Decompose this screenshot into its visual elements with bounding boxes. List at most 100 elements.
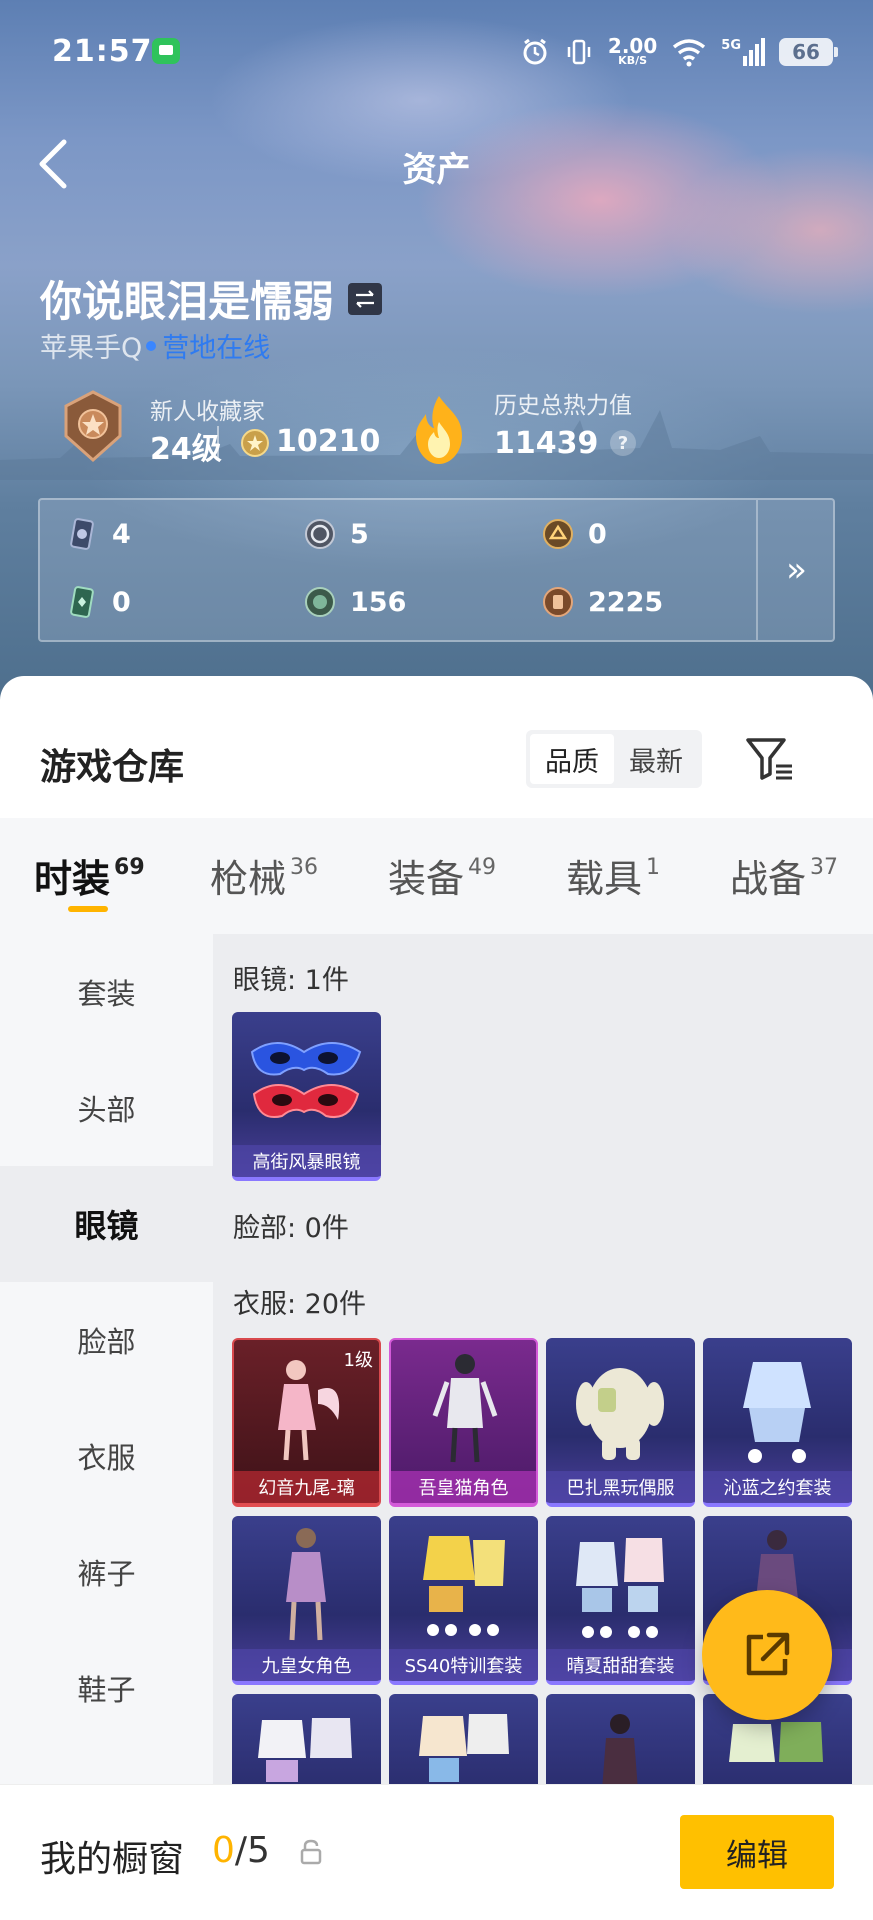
- warehouse-title: 游戏仓库: [40, 747, 185, 788]
- card-icon: [70, 518, 94, 550]
- currency-item: 5: [304, 518, 369, 550]
- filter-icon[interactable]: [744, 734, 796, 784]
- item-card[interactable]: SS40特训套装: [389, 1516, 538, 1685]
- group-heading-face: 脸部: 0件: [233, 1213, 349, 1244]
- currency-item: 2225: [542, 586, 663, 618]
- item-card[interactable]: 沁蓝之约套装: [703, 1338, 852, 1507]
- page-title: 资产: [402, 150, 471, 190]
- sidebar-item-pants[interactable]: 裤子: [0, 1514, 213, 1630]
- sidebar-item-clothes[interactable]: 衣服: [0, 1398, 213, 1514]
- currency-panel: 4 5 0 0 156 2225 »: [38, 498, 835, 642]
- sidebar-item-outfit[interactable]: 套装: [0, 934, 213, 1050]
- lock-icon: [300, 1839, 322, 1865]
- coin-icon: [241, 429, 269, 457]
- showcase-total: /5: [234, 1830, 270, 1871]
- tab-label: 载具: [566, 857, 643, 901]
- currency-value: 0: [112, 586, 131, 618]
- heat-value: 11439: [494, 426, 599, 461]
- item-card[interactable]: 1级 幻音九尾-璃: [232, 1338, 381, 1507]
- tab-count: 69: [114, 855, 145, 880]
- alarm-icon: [523, 38, 547, 65]
- sort-latest-button[interactable]: 最新: [614, 734, 698, 784]
- currency-value: 4: [112, 518, 131, 550]
- item-name: 沁蓝之约套装: [703, 1471, 852, 1503]
- item-card[interactable]: 九皇女角色: [232, 1516, 381, 1685]
- sidebar-item-shoes[interactable]: 鞋子: [0, 1630, 213, 1746]
- clock: 21:57: [52, 34, 153, 69]
- username-text: 你说眼泪是懦弱: [40, 277, 335, 326]
- item-card[interactable]: 高街风暴眼镜: [232, 1012, 381, 1181]
- tab-label: 装备: [388, 857, 465, 901]
- sidebar-item-face[interactable]: 脸部: [0, 1282, 213, 1398]
- outfit-set-image: [743, 1362, 811, 1463]
- more-currencies-button[interactable]: »: [758, 500, 835, 640]
- subcategory-sidebar: 套装 头部 眼镜 脸部 衣服 裤子 鞋子: [0, 934, 213, 1784]
- sort-toggle: 品质 最新: [526, 730, 702, 788]
- switch-account-icon[interactable]: [348, 282, 383, 315]
- showcase-current: 0: [212, 1830, 235, 1871]
- currency-value: 2225: [588, 586, 664, 618]
- platform-label: 苹果手Q: [40, 333, 143, 364]
- item-card[interactable]: [546, 1694, 695, 1784]
- cell-signal: 5G: [721, 38, 765, 66]
- tab-equipment[interactable]: 装备 49: [388, 848, 496, 903]
- outfit-set-image: [258, 1718, 352, 1782]
- account-subline: 苹果手Q 营地在线: [40, 326, 270, 365]
- outfit-set-image: [419, 1714, 509, 1782]
- item-name: 晴夏甜甜套装: [546, 1649, 695, 1681]
- tab-count: 37: [810, 855, 839, 880]
- item-card[interactable]: 巴扎黑玩偶服: [546, 1338, 695, 1507]
- flame-icon: [416, 396, 462, 464]
- character-figure-image: [602, 1714, 638, 1784]
- vibrate-icon: [567, 39, 591, 65]
- online-status: 营地在线: [162, 333, 271, 364]
- help-icon[interactable]: ?: [610, 430, 636, 456]
- share-fab-button[interactable]: [702, 1590, 832, 1720]
- currency-item: 0: [542, 518, 607, 550]
- item-name: 九皇女角色: [232, 1649, 381, 1681]
- item-name: 幻音九尾-璃: [234, 1471, 379, 1503]
- currency-value: 0: [588, 518, 607, 550]
- signal-label: 5G: [721, 38, 741, 53]
- currency-item: 0: [66, 586, 131, 618]
- edit-button[interactable]: 编辑: [680, 1815, 834, 1889]
- item-name: 吾皇猫角色: [391, 1471, 536, 1503]
- tab-battle-gear[interactable]: 战备 37: [730, 848, 838, 903]
- wifi-icon: [673, 39, 706, 67]
- item-card[interactable]: [232, 1694, 381, 1784]
- signal-bars-icon: [743, 38, 765, 66]
- collector-title: 新人收藏家: [150, 399, 265, 425]
- heat-title: 历史总热力值: [494, 393, 632, 419]
- tab-vehicles[interactable]: 载具 1: [566, 848, 660, 903]
- sort-quality-button[interactable]: 品质: [530, 734, 614, 784]
- silver-coin-icon: [305, 519, 335, 549]
- costume-image: [576, 1368, 664, 1460]
- item-card[interactable]: [389, 1694, 538, 1784]
- tab-count: 49: [468, 855, 497, 880]
- tab-weapons[interactable]: 枪械 36: [210, 848, 318, 903]
- status-bar: 21:57 2.00 KB/S 5G 66: [0, 0, 873, 104]
- tab-count: 36: [290, 855, 319, 880]
- glasses-mask-image: [250, 1042, 362, 1118]
- username: 你说眼泪是懦弱: [40, 268, 383, 329]
- currency-value: 5: [350, 518, 369, 550]
- item-name: 高街风暴眼镜: [232, 1145, 381, 1177]
- sidebar-item-glasses[interactable]: 眼镜: [0, 1166, 213, 1282]
- message-notification-icon: [152, 38, 180, 64]
- item-card[interactable]: 晴夏甜甜套装: [546, 1516, 695, 1685]
- online-dot-icon: [146, 340, 157, 351]
- divider: [217, 426, 219, 460]
- network-speed: 2.00 KB/S: [608, 36, 657, 67]
- active-tab-indicator: [68, 906, 108, 912]
- group-heading-clothes: 衣服: 20件: [233, 1289, 367, 1320]
- sidebar-item-head[interactable]: 头部: [0, 1050, 213, 1166]
- collector-badge-icon: [64, 390, 122, 463]
- character-figure-image: [432, 1354, 498, 1463]
- item-level: 1级: [343, 1350, 373, 1371]
- item-card[interactable]: 吾皇猫角色: [389, 1338, 538, 1507]
- currency-item: 4: [66, 518, 131, 550]
- currency-value: 156: [350, 586, 407, 618]
- tab-fashion[interactable]: 时装 69: [34, 848, 145, 903]
- green-card-icon: [70, 586, 94, 618]
- coin-value: 10210: [276, 424, 381, 459]
